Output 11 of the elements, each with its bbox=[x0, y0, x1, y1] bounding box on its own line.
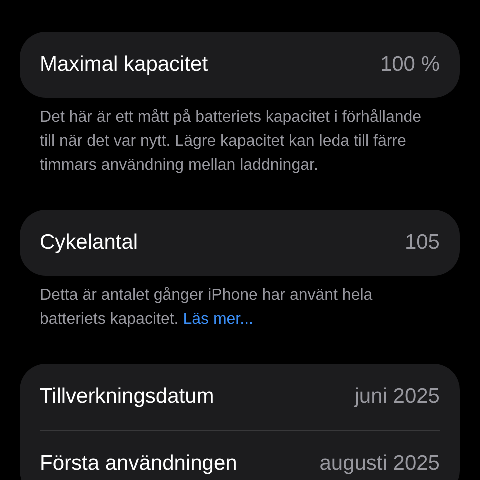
read-more-link[interactable]: Läs mer... bbox=[183, 311, 254, 328]
row-value: juni 2025 bbox=[354, 385, 440, 409]
row-label: Maximal kapacitet bbox=[40, 53, 208, 77]
row-label: Första användningen bbox=[40, 452, 238, 476]
row-value: 100 % bbox=[380, 53, 440, 77]
row-label: Cykelantal bbox=[40, 231, 138, 255]
row-value: augusti 2025 bbox=[320, 452, 440, 476]
row-value: 105 bbox=[404, 231, 440, 255]
row-label: Tillverkningsdatum bbox=[40, 385, 214, 409]
footnote-text: Detta är antalet gånger iPhone har använt hela batteriets kapacitet. Läs mer... bbox=[39, 286, 374, 330]
footnote-text: Det här är ett mått på batteriets kapacitet i förhållande till när det var nytt. Lägre kapacitet kan leda till färre timmars användning mellan laddningar. bbox=[39, 108, 423, 176]
